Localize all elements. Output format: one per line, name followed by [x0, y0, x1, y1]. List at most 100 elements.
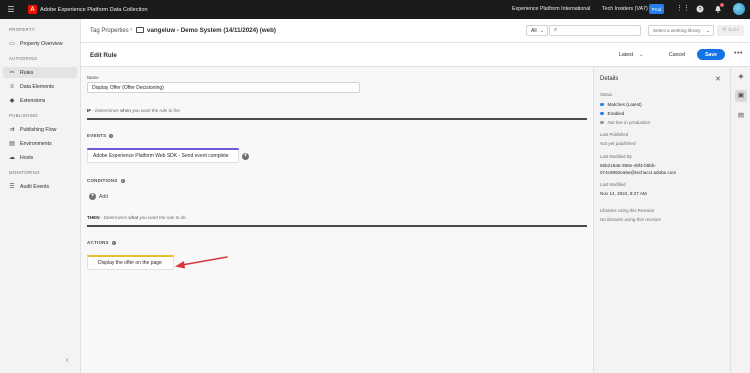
status-enabled: Enabled — [600, 111, 624, 116]
hammer-icon: ⚒ — [722, 28, 727, 33]
collapse-nav-chevron-icon[interactable]: ‹ — [66, 357, 68, 364]
user-avatar[interactable] — [733, 3, 745, 15]
info-icon[interactable]: i — [109, 133, 114, 138]
nav-item-extensions[interactable]: ◆ Extensions — [3, 95, 77, 106]
libraries-label: Libraries Using this Revision — [600, 208, 655, 213]
rules-icon: ✂ — [9, 70, 15, 76]
if-section-description: IF - Determines when you want the rule t… — [87, 108, 180, 113]
events-heading: EVENTS i — [87, 133, 114, 138]
search-icon: ⌕ — [554, 27, 558, 33]
web-property-icon — [136, 27, 144, 33]
top-bar: ☰ A Adobe Experience Platform Data Colle… — [0, 0, 750, 19]
event-card[interactable]: Adobe Experience Platform Web SDK - Send… — [87, 148, 239, 163]
close-icon[interactable]: ✕ — [715, 75, 721, 83]
notification-count-badge: 1 — [720, 3, 724, 7]
then-section-description: THEN - Determines what you want the rule… — [87, 215, 186, 220]
last-modified-by-value-line1: 66b219a5-388e-49f4-b5bb- — [600, 163, 656, 168]
svg-text:?: ? — [699, 7, 702, 13]
left-navigation: PROPERTY ▭ Property Overview AUTHORING ✂… — [0, 19, 81, 373]
drag-handle-icon[interactable]: ⋮⋮ — [91, 260, 100, 266]
chevron-down-icon: ⌄ — [639, 52, 644, 58]
rule-name-field[interactable]: Display Offer (Offer Decisioning) — [87, 82, 360, 93]
nav-section-property: PROPERTY — [9, 27, 35, 32]
nav-item-label: Hosts — [20, 154, 34, 161]
status-matches: Matches (Latest) — [600, 102, 642, 107]
nav-item-audit-events[interactable]: ☰ Audit Events — [3, 181, 77, 192]
if-text-emphasis: when — [119, 108, 131, 113]
more-options-icon[interactable]: ••• — [734, 50, 743, 57]
nav-item-label: Audit Events — [20, 183, 50, 190]
details-title: Details — [600, 76, 619, 82]
layers-icon[interactable]: ◈ — [735, 71, 747, 83]
breadcrumb-tag-properties[interactable]: Tag Properties — [90, 28, 129, 34]
events-heading-text: EVENTS — [87, 133, 107, 138]
right-rail: ◈ ▣ ▤ — [730, 67, 750, 373]
environment-badge[interactable]: Prod — [649, 4, 664, 14]
search-scope-select[interactable]: All ⌄ — [526, 25, 548, 36]
nav-item-data-elements[interactable]: ≡ Data Elements — [3, 81, 77, 92]
action-card[interactable]: ⋮⋮ Display the offer on the page — [87, 255, 174, 270]
nav-item-property-overview[interactable]: ▭ Property Overview — [3, 38, 77, 49]
actions-heading: ACTIONS i — [87, 240, 116, 245]
add-condition-plus-icon[interactable]: + — [89, 193, 96, 200]
sandbox-switcher[interactable]: Tech Insiders (VA7) — [602, 6, 648, 12]
database-icon: ≡ — [10, 83, 14, 90]
nav-item-environments[interactable]: ▤ Environments — [3, 138, 77, 149]
nav-item-label: Rules — [20, 69, 34, 76]
nav-item-rules[interactable]: ✂ Rules — [3, 67, 77, 78]
search-input[interactable]: ⌕ — [549, 25, 641, 36]
if-text: - Determines — [92, 108, 119, 113]
if-divider — [87, 118, 587, 120]
build-button-label: Build — [728, 28, 739, 33]
nav-item-label: Property Overview — [20, 40, 63, 47]
if-text-suffix: you want the rule to fire — [132, 108, 180, 113]
add-condition-label[interactable]: Add — [99, 194, 108, 200]
breadcrumb-separator-icon: › — [130, 27, 132, 33]
app-title: Adobe Experience Platform Data Collectio… — [40, 6, 148, 13]
details-info-icon[interactable]: ▣ — [735, 90, 747, 102]
if-label: IF — [87, 108, 92, 113]
org-switcher[interactable]: Experience Platform International — [512, 6, 590, 12]
info-icon[interactable]: i — [120, 178, 125, 183]
last-published-label: Last Published — [600, 132, 629, 137]
cancel-button[interactable]: Cancel — [669, 52, 685, 58]
info-icon[interactable]: i — [111, 240, 116, 245]
apps-grid-icon[interactable]: ⋮⋮ — [676, 4, 690, 14]
revision-value: Latest — [619, 52, 634, 58]
comments-icon[interactable]: ▤ — [735, 110, 747, 122]
then-text-emphasis: what — [128, 215, 139, 220]
environments-icon: ▤ — [9, 141, 15, 147]
revision-select[interactable]: Latest ⌄ — [619, 52, 643, 58]
then-text: - Determines — [100, 215, 128, 220]
nav-item-hosts[interactable]: ☁ Hosts — [3, 152, 77, 163]
property-name: vangeluw - Demo System (14/11/2024) (web… — [147, 27, 276, 34]
page-title: Edit Rule — [90, 52, 117, 59]
nav-item-label: Environments — [20, 140, 52, 147]
event-card-label: Adobe Experience Platform Web SDK - Send… — [93, 153, 229, 159]
adobe-logo-icon[interactable]: A — [28, 5, 37, 14]
cloud-icon: ☁ — [9, 155, 15, 161]
nav-section-publishing: PUBLISHING — [9, 113, 39, 118]
last-modified-label: Last Modified — [600, 182, 626, 187]
status-not-live: Not live in production — [600, 120, 650, 125]
flow-icon: ⇉ — [9, 127, 15, 133]
action-card-label: Display the offer on the page — [98, 260, 162, 266]
nav-item-publishing-flow[interactable]: ⇉ Publishing Flow — [3, 124, 77, 135]
actions-heading-text: ACTIONS — [87, 240, 109, 245]
status-dot-icon — [600, 120, 604, 125]
conditions-heading-text: CONDITIONS — [87, 178, 118, 183]
then-label: THEN — [87, 215, 100, 220]
libraries-value: No libraries using this revision — [600, 217, 662, 222]
hamburger-menu-icon[interactable]: ☰ — [0, 5, 22, 14]
last-modified-value: Nov 14, 2024, 9:27 AM — [600, 191, 647, 196]
event-card-accent — [87, 148, 239, 150]
name-field-label: Name — [87, 75, 99, 80]
save-button[interactable]: Save — [697, 49, 725, 60]
working-library-select[interactable]: Select a working library ⌄ — [648, 25, 714, 36]
annotation-arrow-icon — [175, 256, 228, 269]
help-icon[interactable]: ? — [695, 4, 705, 14]
add-event-plus-icon[interactable]: + — [242, 153, 249, 160]
build-button[interactable]: ⚒ Build — [717, 25, 744, 36]
status-text: Enabled — [607, 111, 625, 116]
nav-section-authoring: AUTHORING — [9, 56, 38, 61]
